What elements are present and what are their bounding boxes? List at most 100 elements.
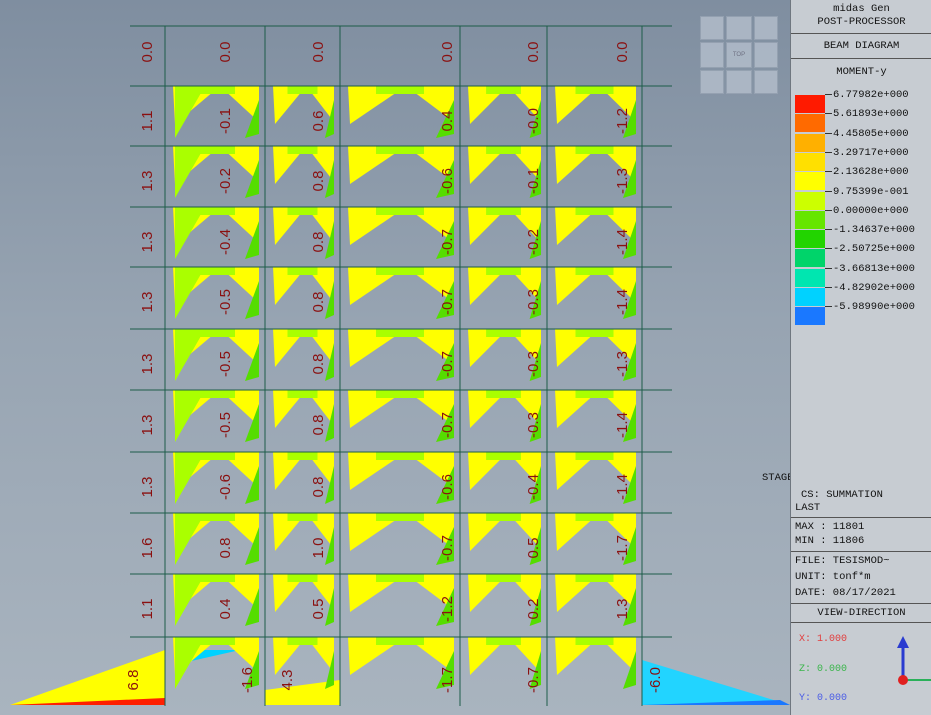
beam-moment-fill [376, 513, 424, 521]
beam-moment-fill [287, 329, 318, 337]
beam-moment-fill [575, 637, 614, 645]
legend-value: 9.75399e-001 [833, 185, 909, 198]
beam-moment-fill [376, 267, 424, 275]
navcube-corner-se[interactable] [754, 70, 778, 94]
moment-value-label: -0.6 [217, 474, 234, 500]
beam-moment-fill [575, 329, 614, 337]
moment-value-label: -0.7 [439, 412, 456, 438]
beam-moment-fill [287, 207, 318, 215]
legend-value: 4.45805e+000 [833, 127, 909, 140]
legend-value: 5.61893e+000 [833, 108, 909, 121]
moment-value-label: -0.0 [525, 108, 542, 134]
moment-value-label: -0.7 [439, 229, 456, 255]
beam-moment-fill [486, 637, 521, 645]
legend-tick [825, 151, 832, 153]
module-name: POST-PROCESSOR [817, 16, 906, 28]
navcube-corner-ne[interactable] [754, 16, 778, 40]
legend-entry: -5.98990e+000 [795, 301, 931, 326]
moment-value-label: -0.5 [217, 289, 234, 315]
legend-tick [825, 190, 832, 192]
moment-value-label: 0.0 [310, 42, 327, 63]
beam-moment-fill [376, 86, 424, 94]
legend-swatch [795, 172, 825, 191]
navcube-corner-nw[interactable] [700, 16, 724, 40]
legend-value: 3.29717e+000 [833, 146, 909, 159]
moment-value-label: 0.8 [217, 538, 234, 559]
axis-z-label: Z: 0.000 [799, 664, 848, 675]
moment-value-label: -0.2 [217, 168, 234, 194]
beam-moment-fill [486, 86, 521, 94]
beam-moment-fill [287, 267, 318, 275]
beam-moment-fill [175, 267, 205, 319]
moment-value-label: -6.0 [647, 667, 664, 693]
legend-swatch [795, 114, 825, 133]
coordinate-system: CS: SUMMATION [801, 489, 883, 501]
navcube-edge-s[interactable] [726, 70, 752, 94]
moment-value-label: 1.3 [139, 354, 156, 375]
legend-value: -1.34637e+000 [833, 224, 915, 237]
moment-value-label: 1.3 [139, 232, 156, 253]
moment-value-label: 0.8 [310, 232, 327, 253]
beam-moment-fill [175, 390, 205, 442]
moment-value-label: -1.7 [439, 667, 456, 693]
axis-x-label: X: 1.000 [799, 634, 848, 645]
moment-value-label: -0.3 [525, 412, 542, 438]
legend-tick [825, 209, 832, 211]
moment-value-label: 1.3 [614, 599, 631, 620]
model-viewport[interactable]: 0.0 0.0 0.0 0.0 0.0 0.0 1.1 -0.1 0.6 0.4 -0.0 -1.2 1… [0, 0, 901, 715]
legend-swatch [795, 249, 825, 268]
moment-value-label: -0.4 [525, 474, 542, 500]
step-label: LAST [795, 502, 821, 514]
moment-value-label: -0.5 [217, 351, 234, 377]
moment-value-label: 1.1 [139, 111, 156, 132]
moment-value-label: -1.4 [614, 474, 631, 500]
beam-moment-fill [376, 329, 424, 337]
min-element: MIN : 11806 [795, 535, 865, 547]
moment-value-label: 0.0 [139, 42, 156, 63]
navcube-edge-w[interactable] [700, 42, 724, 68]
beam-moment-fill [575, 513, 614, 521]
beam-moment-fill [175, 329, 205, 381]
beam-moment-fill [287, 513, 318, 521]
date-label: DATE: 08/17/2021 [795, 587, 896, 599]
moment-value-label: 1.1 [139, 599, 156, 620]
moment-value-label: 0.8 [310, 171, 327, 192]
navcube-top-label: TOP [732, 52, 746, 58]
beam-moment-fill [287, 86, 318, 94]
beam-moment-fill [175, 513, 205, 565]
moment-value-label: 0.8 [310, 292, 327, 313]
legend-tick [825, 306, 832, 308]
navcube-edge-n[interactable] [726, 16, 752, 40]
file-name: FILE: TESISMOD~ [795, 555, 890, 567]
navcube-corner-sw[interactable] [700, 70, 724, 94]
legend-tick [825, 267, 832, 269]
beam-moment-fill [175, 574, 205, 626]
moment-value-label: -0.6 [439, 474, 456, 500]
moment-value-label: 0.5 [310, 599, 327, 620]
moment-value-label: 0.0 [525, 42, 542, 63]
legend-swatch [795, 133, 825, 152]
beam-moment-fill [175, 637, 205, 689]
moment-value-label: -0.3 [525, 351, 542, 377]
navcube-edge-e[interactable] [754, 42, 778, 68]
legend-value: 2.13628e+000 [833, 166, 909, 179]
beam-moment-fill [287, 390, 318, 398]
view-navigation-cube[interactable]: TOP [700, 16, 778, 94]
beam-moment-fill [575, 267, 614, 275]
post-processor-panel: midas Gen POST-PROCESSOR BEAM DIAGRAM MO… [790, 0, 931, 715]
beam-moment-fill [376, 146, 424, 154]
moment-value-label: 0.6 [310, 111, 327, 132]
legend-tick [825, 113, 832, 115]
moment-value-label: -1.2 [439, 596, 456, 622]
moment-value-label: -0.7 [439, 535, 456, 561]
moment-value-label: 1.0 [310, 538, 327, 559]
moment-value-label: -0.7 [439, 351, 456, 377]
moment-value-label: 1.3 [139, 415, 156, 436]
axis-y-label: Y: 0.000 [799, 693, 848, 704]
legend-swatch [795, 268, 825, 287]
view-direction-title: VIEW-DIRECTION [817, 607, 906, 619]
moment-value-label: 1.6 [139, 538, 156, 559]
moment-value-label: 4.3 [279, 670, 296, 691]
moment-value-label: -0.6 [439, 168, 456, 194]
navcube-face-top[interactable]: TOP [726, 42, 752, 68]
